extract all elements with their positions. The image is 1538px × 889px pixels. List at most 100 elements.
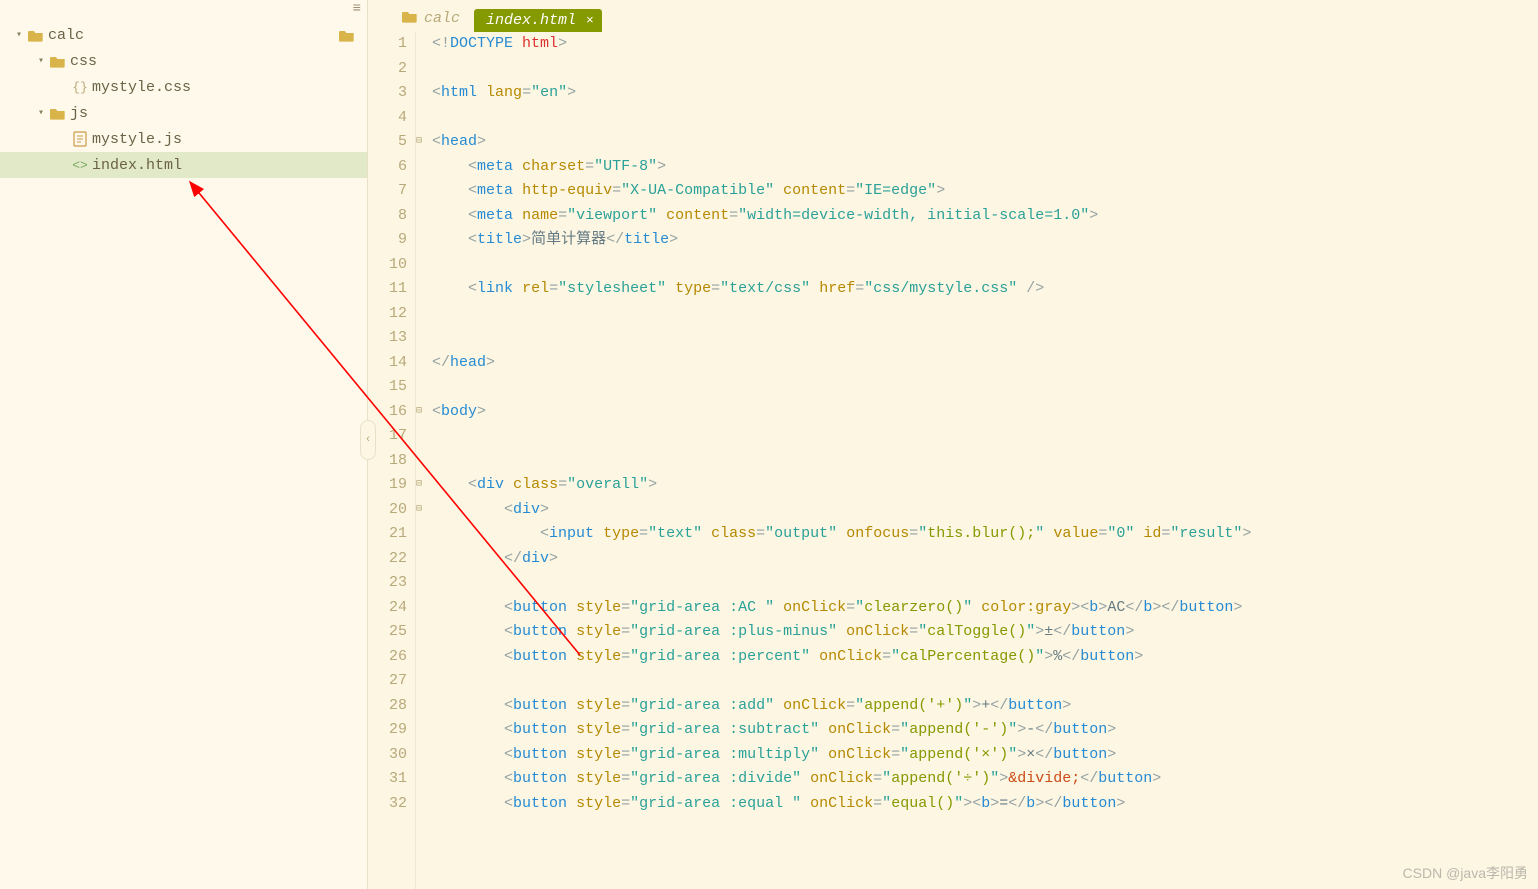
code-line[interactable] bbox=[432, 302, 1538, 327]
code-editor[interactable]: 1234567891011121314151617181920212223242… bbox=[368, 32, 1538, 889]
tree-item-js[interactable]: ▾js bbox=[0, 100, 367, 126]
fold-spacer bbox=[416, 424, 428, 449]
tab-bar: calc index.html × bbox=[368, 0, 1538, 32]
line-number: 25 bbox=[368, 620, 407, 645]
fold-toggle-icon[interactable]: ⊟ bbox=[416, 130, 428, 155]
code-line[interactable] bbox=[432, 326, 1538, 351]
fold-spacer bbox=[416, 228, 428, 253]
code-line[interactable] bbox=[432, 253, 1538, 278]
code-line[interactable]: <title>简单计算器</title> bbox=[432, 228, 1538, 253]
fold-spacer bbox=[416, 522, 428, 547]
code-line[interactable]: <!DOCTYPE html> bbox=[432, 32, 1538, 57]
line-number: 8 bbox=[368, 204, 407, 229]
fold-toggle-icon[interactable]: ⊟ bbox=[416, 400, 428, 425]
line-number: 13 bbox=[368, 326, 407, 351]
code-line[interactable]: <html lang="en"> bbox=[432, 81, 1538, 106]
fold-spacer bbox=[416, 375, 428, 400]
code-line[interactable]: <input type="text" class="output" onfocu… bbox=[432, 522, 1538, 547]
folder-icon bbox=[48, 106, 68, 120]
line-number: 4 bbox=[368, 106, 407, 131]
breadcrumb[interactable]: calc bbox=[392, 5, 470, 32]
code-line[interactable] bbox=[432, 375, 1538, 400]
breadcrumb-label: calc bbox=[424, 10, 460, 27]
fold-spacer bbox=[416, 596, 428, 621]
code-line[interactable] bbox=[432, 424, 1538, 449]
tree-item-mystyle-js[interactable]: mystyle.js bbox=[0, 126, 367, 152]
code-line[interactable]: </head> bbox=[432, 351, 1538, 376]
fold-toggle-icon[interactable]: ⊟ bbox=[416, 498, 428, 523]
code-line[interactable]: <meta http-equiv="X-UA-Compatible" conte… bbox=[432, 179, 1538, 204]
fold-spacer bbox=[416, 204, 428, 229]
line-number: 20 bbox=[368, 498, 407, 523]
code-line[interactable] bbox=[432, 449, 1538, 474]
code-line[interactable]: <button style="grid-area :divide" onClic… bbox=[432, 767, 1538, 792]
code-line[interactable]: <button style="grid-area :AC " onClick="… bbox=[432, 596, 1538, 621]
code-line[interactable] bbox=[432, 106, 1538, 131]
fold-spacer bbox=[416, 277, 428, 302]
line-number: 10 bbox=[368, 253, 407, 278]
line-number: 9 bbox=[368, 228, 407, 253]
file-tree: ▾ calc ▾css{}mystyle.css▾jsmystyle.js<>i… bbox=[0, 18, 367, 178]
line-number: 24 bbox=[368, 596, 407, 621]
code-line[interactable]: <div class="overall"> bbox=[432, 473, 1538, 498]
code-line[interactable] bbox=[432, 57, 1538, 82]
line-number: 19 bbox=[368, 473, 407, 498]
tree-item-label: css bbox=[68, 53, 97, 70]
fold-spacer bbox=[416, 57, 428, 82]
file-explorer: ≡ ▾ calc ▾css{}mystyle.css▾jsmystyle.js<… bbox=[0, 0, 368, 889]
code-line[interactable]: <button style="grid-area :equal " onClic… bbox=[432, 792, 1538, 817]
code-line[interactable] bbox=[432, 571, 1538, 596]
code-content[interactable]: <!DOCTYPE html> <html lang="en"> <head> … bbox=[428, 32, 1538, 889]
code-line[interactable]: <button style="grid-area :add" onClick="… bbox=[432, 694, 1538, 719]
tree-item-css[interactable]: ▾css bbox=[0, 48, 367, 74]
folder-icon bbox=[402, 9, 418, 28]
code-line[interactable]: <button style="grid-area :subtract" onCl… bbox=[432, 718, 1538, 743]
code-line[interactable]: <meta name="viewport" content="width=dev… bbox=[432, 204, 1538, 229]
close-icon[interactable]: × bbox=[586, 13, 594, 28]
line-number: 12 bbox=[368, 302, 407, 327]
line-number: 14 bbox=[368, 351, 407, 376]
line-number: 32 bbox=[368, 792, 407, 817]
tree-root-label: calc bbox=[46, 27, 84, 44]
code-line[interactable] bbox=[432, 669, 1538, 694]
code-line[interactable]: <link rel="stylesheet" type="text/css" h… bbox=[432, 277, 1538, 302]
code-line[interactable]: <div> bbox=[432, 498, 1538, 523]
code-line[interactable]: <button style="grid-area :multiply" onCl… bbox=[432, 743, 1538, 768]
line-number: 15 bbox=[368, 375, 407, 400]
fold-spacer bbox=[416, 694, 428, 719]
code-line[interactable]: <button style="grid-area :percent" onCli… bbox=[432, 645, 1538, 670]
code-line[interactable]: <body> bbox=[432, 400, 1538, 425]
sidebar-menu-icon[interactable]: ≡ bbox=[353, 1, 361, 17]
tab-label: index.html bbox=[486, 12, 576, 29]
line-number: 28 bbox=[368, 694, 407, 719]
line-number: 22 bbox=[368, 547, 407, 572]
html-file-icon: <> bbox=[70, 158, 90, 173]
fold-gutter: ⊟⊟⊟⊟ bbox=[416, 32, 428, 889]
line-number: 11 bbox=[368, 277, 407, 302]
line-number: 26 bbox=[368, 645, 407, 670]
fold-spacer bbox=[416, 767, 428, 792]
line-number: 16 bbox=[368, 400, 407, 425]
folder-icon bbox=[26, 28, 46, 42]
tree-root-calc[interactable]: ▾ calc bbox=[0, 22, 367, 48]
code-line[interactable]: <meta charset="UTF-8"> bbox=[432, 155, 1538, 180]
tab-index-html[interactable]: index.html × bbox=[474, 9, 602, 32]
chevron-down-icon: ▾ bbox=[12, 29, 26, 41]
chevron-down-icon: ▾ bbox=[34, 107, 48, 119]
line-number: 6 bbox=[368, 155, 407, 180]
js-file-icon bbox=[70, 131, 90, 147]
line-number: 27 bbox=[368, 669, 407, 694]
tree-item-index-html[interactable]: <>index.html bbox=[0, 152, 367, 178]
fold-spacer bbox=[416, 155, 428, 180]
code-line[interactable]: </div> bbox=[432, 547, 1538, 572]
line-number: 29 bbox=[368, 718, 407, 743]
line-number: 1 bbox=[368, 32, 407, 57]
fold-spacer bbox=[416, 449, 428, 474]
fold-spacer bbox=[416, 253, 428, 278]
line-number: 3 bbox=[368, 81, 407, 106]
code-line[interactable]: <button style="grid-area :plus-minus" on… bbox=[432, 620, 1538, 645]
fold-toggle-icon[interactable]: ⊟ bbox=[416, 473, 428, 498]
sidebar-collapse-handle[interactable]: ‹ bbox=[360, 420, 376, 460]
code-line[interactable]: <head> bbox=[432, 130, 1538, 155]
tree-item-mystyle-css[interactable]: {}mystyle.css bbox=[0, 74, 367, 100]
